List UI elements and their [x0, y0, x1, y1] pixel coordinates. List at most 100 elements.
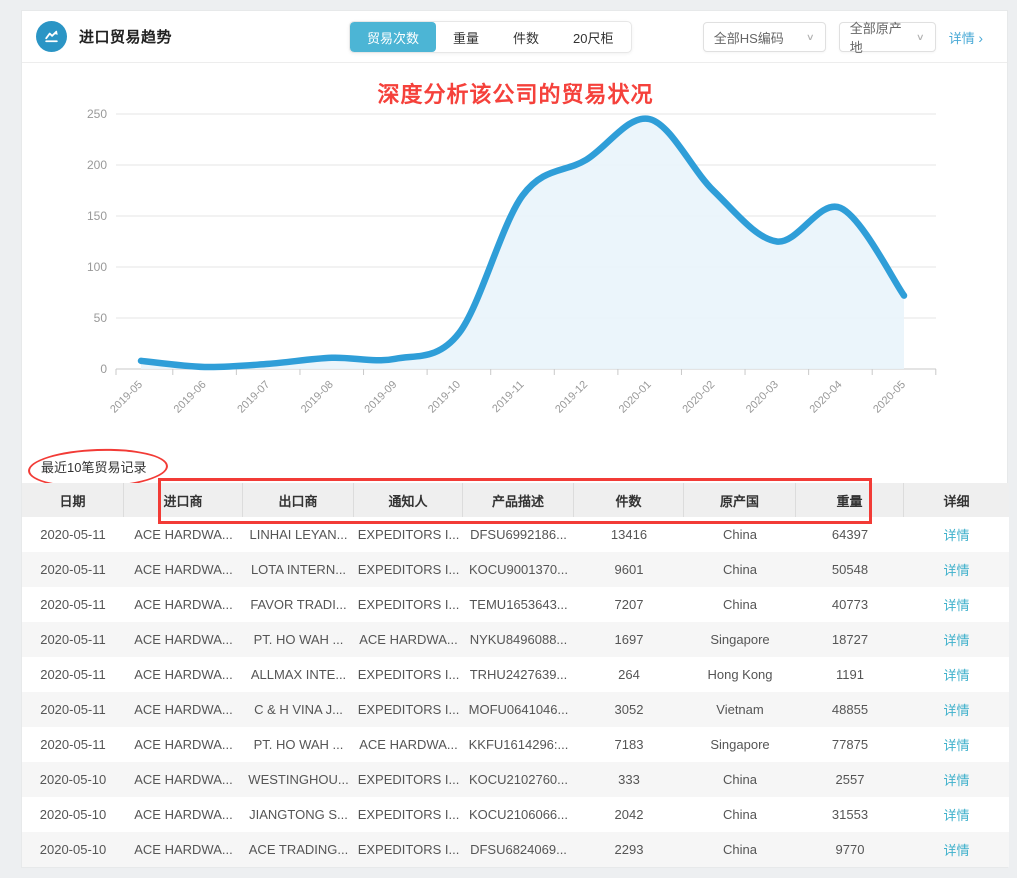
x-axis-tick-label: 2019-05 — [108, 379, 145, 416]
header-filters: 全部HS编码 ∨ 全部原产地 ∨ 详情 › — [703, 22, 983, 52]
header-detail-label: 详情 — [949, 31, 975, 46]
cell-notify: EXPEDITORS I... — [354, 587, 463, 622]
cell-weight: 2557 — [796, 762, 904, 797]
cell-importer: ACE HARDWA... — [124, 587, 243, 622]
table-body: 2020-05-11ACE HARDWA...LINHAI LEYAN...EX… — [22, 517, 1009, 867]
row-detail-link[interactable]: 详情 — [904, 517, 1009, 552]
cell-importer: ACE HARDWA... — [124, 552, 243, 587]
tab-quantity[interactable]: 件数 — [496, 22, 556, 52]
row-detail-link[interactable]: 详情 — [904, 692, 1009, 727]
cell-product: KOCU2102760... — [463, 762, 574, 797]
cell-origin: Singapore — [684, 622, 796, 657]
x-axis-tick-label: 2019-06 — [172, 379, 209, 416]
cell-product: KOCU2106066... — [463, 797, 574, 832]
origin-select[interactable]: 全部原产地 ∨ — [839, 22, 936, 52]
table-row: 2020-05-11ACE HARDWA...PT. HO WAH ...ACE… — [22, 727, 1009, 762]
cell-product: MOFU0641046... — [463, 692, 574, 727]
x-axis-tick-label: 2019-07 — [235, 379, 272, 416]
cell-date: 2020-05-11 — [22, 552, 124, 587]
cell-weight: 48855 — [796, 692, 904, 727]
cell-exporter: WESTINGHOU... — [243, 762, 354, 797]
row-detail-link[interactable]: 详情 — [904, 727, 1009, 762]
chevron-right-icon: › — [978, 30, 983, 46]
metric-tab-group: 贸易次数 重量 件数 20尺柜 — [349, 21, 632, 53]
red-annotation-title: 深度分析该公司的贸易状况 — [22, 77, 1009, 109]
tab-teu[interactable]: 20尺柜 — [556, 22, 630, 52]
cell-product: DFSU6824069... — [463, 832, 574, 867]
cell-qty: 2042 — [574, 797, 684, 832]
tab-weight[interactable]: 重量 — [436, 22, 496, 52]
table-row: 2020-05-11ACE HARDWA...ALLMAX INTE...EXP… — [22, 657, 1009, 692]
row-detail-link[interactable]: 详情 — [904, 622, 1009, 657]
cell-notify: EXPEDITORS I... — [354, 552, 463, 587]
cell-date: 2020-05-10 — [22, 832, 124, 867]
cell-importer: ACE HARDWA... — [124, 692, 243, 727]
x-axis-tick-label: 2019-11 — [490, 379, 526, 415]
cell-exporter: LINHAI LEYAN... — [243, 517, 354, 552]
col-header-origin-country: 原产国 — [684, 483, 796, 517]
cell-date: 2020-05-11 — [22, 517, 124, 552]
cell-importer: ACE HARDWA... — [124, 832, 243, 867]
cell-origin: China — [684, 797, 796, 832]
cell-weight: 50548 — [796, 552, 904, 587]
y-axis-tick-label: 250 — [87, 107, 107, 121]
cell-origin: China — [684, 552, 796, 587]
cell-qty: 333 — [574, 762, 684, 797]
col-header-weight: 重量 — [796, 483, 904, 517]
cell-exporter: C & H VINA J... — [243, 692, 354, 727]
chevron-down-icon: ∨ — [806, 32, 815, 43]
cell-origin: Singapore — [684, 727, 796, 762]
cell-product: DFSU6992186... — [463, 517, 574, 552]
row-detail-link[interactable]: 详情 — [904, 657, 1009, 692]
table-row: 2020-05-10ACE HARDWA...JIANGTONG S...EXP… — [22, 797, 1009, 832]
cell-importer: ACE HARDWA... — [124, 762, 243, 797]
table-row: 2020-05-11ACE HARDWA...FAVOR TRADI...EXP… — [22, 587, 1009, 622]
cell-weight: 77875 — [796, 727, 904, 762]
cell-notify: ACE HARDWA... — [354, 727, 463, 762]
cell-qty: 3052 — [574, 692, 684, 727]
hs-code-select[interactable]: 全部HS编码 ∨ — [703, 22, 826, 52]
cell-date: 2020-05-11 — [22, 622, 124, 657]
row-detail-link[interactable]: 详情 — [904, 797, 1009, 832]
x-axis-tick-label: 2020-04 — [808, 379, 845, 416]
y-axis-tick-label: 200 — [87, 158, 107, 172]
card-header: 进口贸易趋势 贸易次数 重量 件数 20尺柜 全部HS编码 ∨ 全部原产地 ∨ … — [22, 11, 1007, 63]
area-chart-canvas: 0501001502002502019-052019-062019-072019… — [22, 63, 1009, 455]
cell-origin: China — [684, 517, 796, 552]
cell-qty: 2293 — [574, 832, 684, 867]
header-detail-link[interactable]: 详情 › — [949, 28, 983, 47]
cell-exporter: PT. HO WAH ... — [243, 727, 354, 762]
cell-qty: 9601 — [574, 552, 684, 587]
col-header-detail: 详细 — [904, 483, 1009, 517]
cell-importer: ACE HARDWA... — [124, 657, 243, 692]
cell-exporter: ACE TRADING... — [243, 832, 354, 867]
cell-origin: Vietnam — [684, 692, 796, 727]
row-detail-link[interactable]: 详情 — [904, 552, 1009, 587]
row-detail-link[interactable]: 详情 — [904, 832, 1009, 867]
cell-importer: ACE HARDWA... — [124, 622, 243, 657]
cell-qty: 264 — [574, 657, 684, 692]
cell-exporter: LOTA INTERN... — [243, 552, 354, 587]
header-title-group: 进口贸易趋势 — [36, 21, 172, 52]
cell-qty: 13416 — [574, 517, 684, 552]
cell-product: KKFU1614296:... — [463, 727, 574, 762]
row-detail-link[interactable]: 详情 — [904, 762, 1009, 797]
cell-qty: 7183 — [574, 727, 684, 762]
hs-code-select-value: 全部HS编码 — [714, 28, 784, 47]
cell-weight: 40773 — [796, 587, 904, 622]
cell-notify: EXPEDITORS I... — [354, 762, 463, 797]
cell-origin: China — [684, 587, 796, 622]
cell-weight: 9770 — [796, 832, 904, 867]
cell-date: 2020-05-11 — [22, 587, 124, 622]
cell-exporter: FAVOR TRADI... — [243, 587, 354, 622]
tab-trade-count[interactable]: 贸易次数 — [350, 22, 436, 52]
cell-product: KOCU9001370... — [463, 552, 574, 587]
cell-importer: ACE HARDWA... — [124, 727, 243, 762]
row-detail-link[interactable]: 详情 — [904, 587, 1009, 622]
origin-select-value: 全部原产地 — [850, 18, 910, 56]
y-axis-tick-label: 100 — [87, 260, 107, 274]
cell-qty: 7207 — [574, 587, 684, 622]
x-axis-tick-label: 2020-02 — [680, 379, 717, 416]
col-header-date: 日期 — [22, 483, 124, 517]
cell-notify: EXPEDITORS I... — [354, 692, 463, 727]
